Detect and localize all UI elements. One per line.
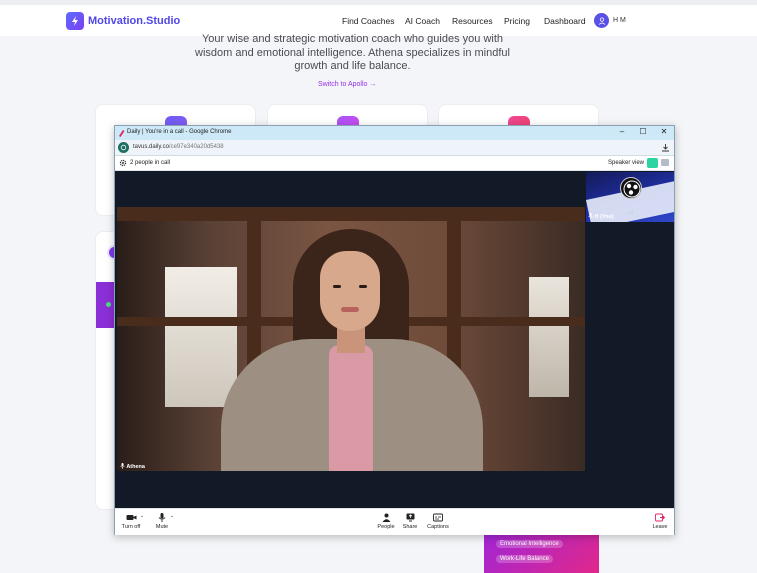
participants-sidebar: H (You): [585, 171, 674, 508]
switch-coach-link[interactable]: Switch to Apollo →: [318, 81, 376, 88]
person-face: [320, 251, 380, 331]
mute-label: Mute: [155, 524, 169, 530]
captions-icon: [433, 513, 443, 522]
captions-label: Captions: [427, 524, 449, 530]
people-count: 2 people in call: [130, 160, 171, 166]
microphone-icon: [158, 513, 166, 522]
self-name: H (You): [594, 214, 614, 220]
captions-button[interactable]: Captions: [423, 513, 453, 530]
person-eye: [333, 285, 341, 288]
window-titlebar[interactable]: Daily | You're in a call - Google Chrome…: [115, 126, 674, 140]
site-info-icon[interactable]: [118, 142, 129, 153]
video-window-left: [165, 267, 237, 407]
people-label: People: [377, 524, 395, 530]
camera-options-chevron-icon[interactable]: ⌄: [140, 513, 144, 519]
self-label: H (You): [588, 213, 614, 220]
person-top: [329, 345, 373, 471]
site-header: Motivation.Studio Find Coaches AI Coach …: [0, 5, 757, 36]
tag-work-life-balance: Work-Life Balance: [496, 555, 553, 563]
remote-name: Athena: [126, 464, 145, 470]
nav-find-coaches[interactable]: Find Coaches: [342, 16, 394, 26]
camera-icon: [126, 515, 136, 520]
leave-label: Leave: [652, 524, 668, 530]
grid-view-button[interactable]: [661, 159, 669, 166]
logo-icon[interactable]: [66, 12, 84, 30]
camera-toggle-button[interactable]: Turn off: [120, 513, 142, 530]
remote-video: Athena: [117, 207, 585, 471]
address-bar[interactable]: tavus.daily.co/ce97e340a20d5438: [115, 140, 674, 156]
person-eye: [359, 285, 367, 288]
maximize-button[interactable]: ☐: [636, 127, 650, 136]
call-header: 2 people in call Speaker view: [115, 156, 674, 171]
speaker-view-label: Speaker view: [608, 160, 645, 166]
signal-icon: [626, 209, 634, 215]
settings-gear-icon[interactable]: [119, 159, 127, 167]
share-screen-icon: [406, 513, 414, 522]
people-icon: [382, 513, 390, 522]
window-title: Daily | You're in a call - Google Chrome: [127, 129, 232, 135]
url-path: /ce97e340a20d5438: [168, 144, 224, 150]
nav-resources[interactable]: Resources: [452, 16, 493, 26]
url-text: tavus.daily.co/ce97e340a20d5438: [133, 144, 224, 150]
share-button[interactable]: Share: [400, 513, 420, 530]
user-avatar[interactable]: [594, 13, 609, 28]
minimize-button[interactable]: –: [615, 127, 629, 136]
person-lips: [341, 307, 359, 312]
leave-call-button[interactable]: Leave: [650, 513, 670, 530]
url-host: tavus.daily.co: [133, 144, 169, 150]
user-name[interactable]: H M: [613, 17, 626, 24]
turn-off-label: Turn off: [121, 524, 141, 530]
download-icon[interactable]: [661, 143, 670, 152]
people-button[interactable]: People: [375, 513, 397, 530]
speaker-view-button[interactable]: [647, 158, 658, 168]
online-dot: [106, 302, 111, 307]
call-window: Daily | You're in a call - Google Chrome…: [114, 125, 675, 535]
tag-emotional-intelligence: Emotional Intelligence: [496, 540, 563, 548]
mic-icon: [588, 213, 593, 219]
mic-options-chevron-icon[interactable]: ⌄: [170, 513, 174, 519]
daily-favicon-icon: [119, 130, 125, 137]
obs-logo-icon: [620, 177, 642, 199]
video-beam: [117, 207, 585, 221]
nav-dashboard[interactable]: Dashboard: [544, 16, 586, 26]
coach-description: Your wise and strategic motivation coach…: [195, 33, 510, 72]
video-window-right: [529, 277, 569, 397]
mute-button[interactable]: Mute: [153, 513, 171, 530]
brand-name[interactable]: Motivation.Studio: [88, 15, 180, 27]
main-video-stage: Athena: [115, 171, 585, 508]
mic-icon: [120, 463, 125, 469]
coach-tags-card: [484, 532, 599, 573]
call-toolbar: Turn off ⌄ Mute ⌄ People Share Captions …: [115, 508, 674, 535]
remote-participant-label: Athena: [120, 463, 145, 470]
nav-pricing[interactable]: Pricing: [504, 16, 530, 26]
close-window-button[interactable]: ✕: [657, 127, 671, 136]
share-label: Share: [402, 524, 418, 530]
leave-icon: [655, 513, 665, 522]
nav-ai-coach[interactable]: AI Coach: [405, 16, 440, 26]
